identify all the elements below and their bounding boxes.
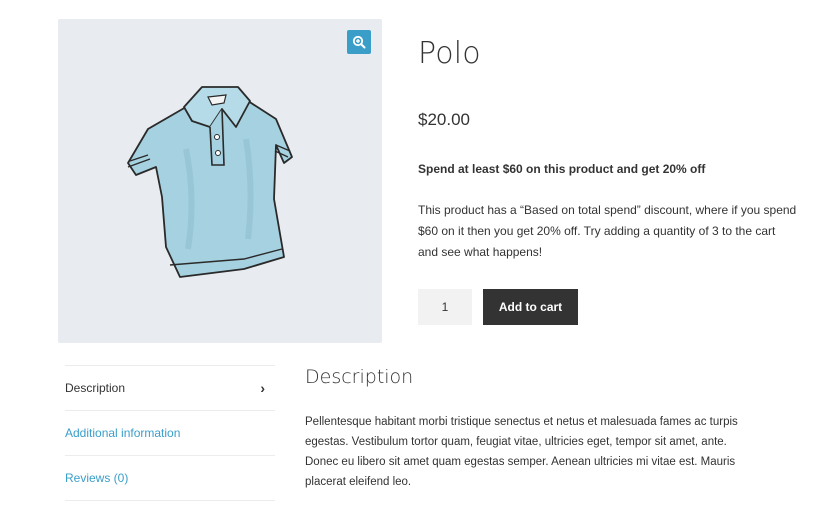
promo-text: Spend at least $60 on this product and g…	[418, 162, 706, 176]
product-gallery[interactable]	[58, 19, 382, 343]
tab-additional-information[interactable]: Additional information	[65, 411, 275, 456]
product-summary: Polo $20.00 Spend at least $60 on this p…	[418, 36, 798, 325]
zoom-button[interactable]	[347, 30, 371, 54]
tab-label: Additional information	[65, 426, 181, 440]
tab-description[interactable]: Description ›	[65, 366, 275, 411]
quantity-input[interactable]	[418, 289, 472, 325]
panel-text: Pellentesque habitant morbi tristique se…	[305, 416, 738, 488]
polo-shirt-image[interactable]	[126, 79, 306, 284]
panel-heading: Description	[305, 366, 414, 388]
magnify-plus-icon	[352, 35, 366, 49]
add-to-cart-button[interactable]: Add to cart	[483, 289, 578, 325]
description-panel: Description Pellentesque habitant morbi …	[305, 366, 755, 488]
tab-label: Reviews (0)	[65, 471, 129, 485]
chevron-right-icon: ›	[260, 380, 265, 396]
product-short-description: This product has a “Based on total spend…	[418, 203, 797, 259]
tab-label: Description	[65, 381, 126, 395]
tab-reviews[interactable]: Reviews (0)	[65, 456, 275, 501]
product-price: $20.00	[418, 110, 470, 129]
product-title: Polo	[418, 36, 481, 71]
product-tabs: Description › Additional information Rev…	[65, 365, 275, 501]
